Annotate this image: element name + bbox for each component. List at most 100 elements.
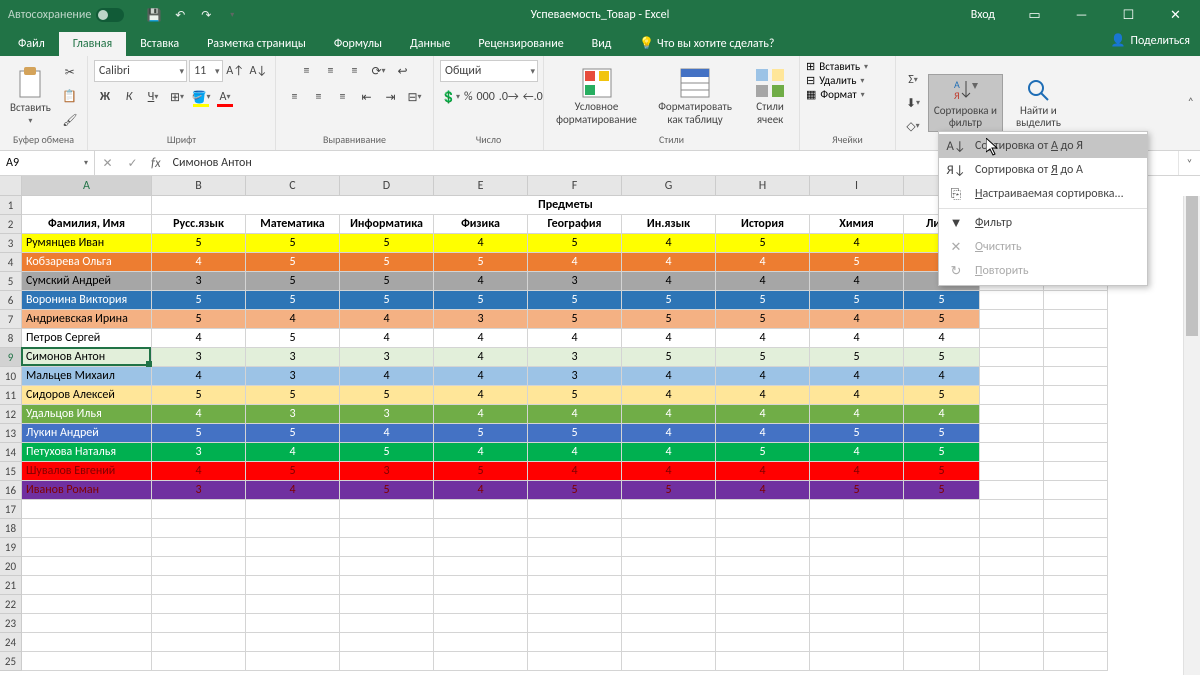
cell[interactable]: 4 <box>716 367 810 386</box>
cell[interactable]: 4 <box>622 462 716 481</box>
cell[interactable] <box>980 538 1044 557</box>
cell[interactable] <box>152 595 246 614</box>
cell[interactable] <box>246 614 340 633</box>
cell[interactable]: 5 <box>904 462 980 481</box>
cell[interactable] <box>22 519 152 538</box>
cell[interactable]: 5 <box>904 443 980 462</box>
cell[interactable]: Предметы <box>152 196 980 215</box>
inc-decimal-icon[interactable]: .0→ <box>498 86 520 108</box>
cell[interactable] <box>716 557 810 576</box>
orientation-icon[interactable]: ⟳▾ <box>368 60 390 82</box>
tab-view[interactable]: Вид <box>578 32 626 56</box>
cell[interactable]: 5 <box>528 291 622 310</box>
cell[interactable] <box>622 538 716 557</box>
font-color-button[interactable]: A▾ <box>214 86 236 108</box>
currency-icon[interactable]: 💲▾ <box>440 86 461 108</box>
cell[interactable] <box>904 557 980 576</box>
cell[interactable]: 4 <box>810 329 904 348</box>
cell[interactable]: 5 <box>340 481 434 500</box>
cell[interactable]: 5 <box>904 386 980 405</box>
cell[interactable]: 5 <box>340 234 434 253</box>
column-header[interactable]: G <box>622 176 716 196</box>
cell[interactable]: 4 <box>528 253 622 272</box>
cell[interactable] <box>434 595 528 614</box>
name-box[interactable]: A9▾ <box>0 151 95 175</box>
cell[interactable] <box>528 576 622 595</box>
sign-in-button[interactable]: Вход <box>956 8 1010 22</box>
cell[interactable] <box>434 576 528 595</box>
cell[interactable] <box>22 500 152 519</box>
cell[interactable] <box>810 652 904 671</box>
cell[interactable]: Петухова Наталья <box>22 443 152 462</box>
row-header[interactable]: 4 <box>0 253 22 272</box>
cell[interactable]: 5 <box>716 234 810 253</box>
column-header[interactable]: C <box>246 176 340 196</box>
cell[interactable]: 5 <box>904 291 980 310</box>
fx-icon[interactable]: fx <box>145 156 167 171</box>
cell[interactable] <box>152 633 246 652</box>
autosum-icon[interactable]: Σ▾ <box>902 69 924 91</box>
cell[interactable] <box>152 576 246 595</box>
cell[interactable] <box>622 614 716 633</box>
close-button[interactable]: ✕ <box>1153 0 1198 30</box>
cell[interactable]: 4 <box>810 234 904 253</box>
redo-icon[interactable]: ↷ <box>194 3 218 27</box>
cell[interactable]: Шувалов Евгений <box>22 462 152 481</box>
cell[interactable]: Воронина Виктория <box>22 291 152 310</box>
cell[interactable]: 3 <box>152 443 246 462</box>
cell[interactable]: Кобзарева Ольга <box>22 253 152 272</box>
cell[interactable]: Лукин Андрей <box>22 424 152 443</box>
row-header[interactable]: 18 <box>0 519 22 538</box>
cell[interactable]: 4 <box>810 272 904 291</box>
cell[interactable]: 4 <box>434 405 528 424</box>
cell[interactable]: 5 <box>810 291 904 310</box>
tab-formulas[interactable]: Формулы <box>320 32 396 56</box>
cell[interactable]: 5 <box>152 234 246 253</box>
cell[interactable] <box>904 576 980 595</box>
cell[interactable]: 3 <box>152 481 246 500</box>
cell[interactable]: 4 <box>622 405 716 424</box>
cell[interactable] <box>246 595 340 614</box>
cell[interactable] <box>716 595 810 614</box>
cell[interactable]: 3 <box>434 310 528 329</box>
cell[interactable] <box>716 652 810 671</box>
comma-icon[interactable]: 000 <box>476 86 496 108</box>
cell[interactable] <box>152 500 246 519</box>
fill-color-button[interactable]: 🪣▾ <box>190 86 212 108</box>
cell[interactable] <box>810 557 904 576</box>
cell[interactable] <box>434 652 528 671</box>
cell[interactable] <box>980 367 1044 386</box>
delete-cells-button[interactable]: ⊟ Удалить ▾ <box>806 74 889 87</box>
cell[interactable] <box>980 386 1044 405</box>
cell[interactable]: 5 <box>904 348 980 367</box>
cell[interactable] <box>434 519 528 538</box>
row-header[interactable]: 7 <box>0 310 22 329</box>
cell[interactable]: 5 <box>622 291 716 310</box>
tell-me[interactable]: 💡 Что вы хотите сделать? <box>625 31 788 56</box>
cell[interactable]: Сидоров Алексей <box>22 386 152 405</box>
undo-icon[interactable]: ↶ <box>168 3 192 27</box>
bold-button[interactable]: Ж <box>94 86 116 108</box>
row-header[interactable]: 16 <box>0 481 22 500</box>
tab-layout[interactable]: Разметка страницы <box>193 32 320 56</box>
percent-icon[interactable]: % <box>463 86 474 108</box>
cell[interactable]: Симонов Антон <box>22 348 152 367</box>
cell[interactable]: 4 <box>622 272 716 291</box>
cell[interactable]: 4 <box>434 348 528 367</box>
italic-button[interactable]: К <box>118 86 140 108</box>
cell[interactable]: Сумский Андрей <box>22 272 152 291</box>
cell[interactable] <box>980 595 1044 614</box>
cell[interactable]: 4 <box>152 462 246 481</box>
cell[interactable] <box>622 576 716 595</box>
cell[interactable]: 4 <box>152 253 246 272</box>
font-size-combo[interactable]: 11 <box>189 60 222 82</box>
column-header[interactable]: D <box>340 176 434 196</box>
cell[interactable]: 5 <box>716 348 810 367</box>
column-header[interactable]: A <box>22 176 152 196</box>
font-name-combo[interactable]: Calibri <box>94 60 187 82</box>
cell[interactable]: Иванов Роман <box>22 481 152 500</box>
cell[interactable]: 5 <box>434 291 528 310</box>
cell[interactable] <box>980 443 1044 462</box>
cell[interactable]: 4 <box>340 424 434 443</box>
cell[interactable]: 5 <box>810 348 904 367</box>
